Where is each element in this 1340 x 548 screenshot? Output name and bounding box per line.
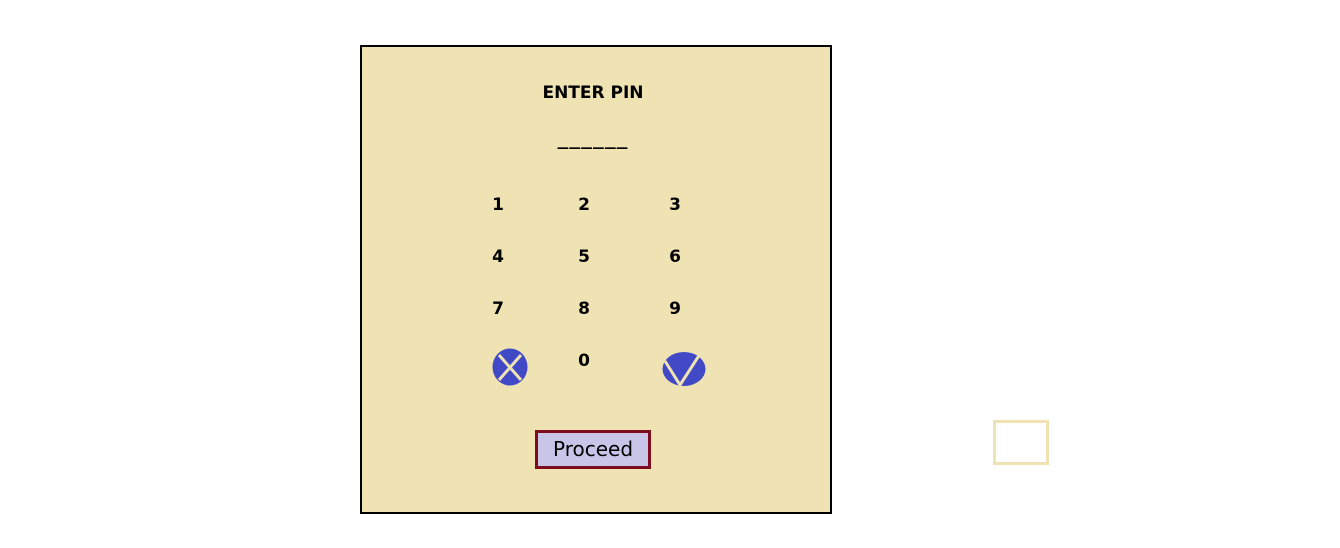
key-5[interactable]: 5 [564,242,604,272]
proceed-button[interactable]: Proceed [535,430,651,469]
key-3[interactable]: 3 [655,190,695,220]
cancel-button[interactable] [492,348,528,386]
x-circle-icon [492,348,528,386]
key-8[interactable]: 8 [564,294,604,324]
key-9[interactable]: 9 [655,294,695,324]
confirm-button[interactable] [662,351,706,388]
key-2[interactable]: 2 [564,190,604,220]
key-7[interactable]: 7 [478,294,518,324]
empty-box [993,420,1049,465]
check-circle-icon [662,352,706,388]
pin-display: ______ [557,129,629,150]
pin-entry-panel: ENTER PIN ______ 1 2 3 4 5 6 7 8 9 0 Pro… [360,45,832,514]
key-6[interactable]: 6 [655,242,695,272]
page-title: ENTER PIN [542,83,644,103]
key-0[interactable]: 0 [564,346,604,376]
key-4[interactable]: 4 [478,242,518,272]
key-1[interactable]: 1 [478,190,518,220]
